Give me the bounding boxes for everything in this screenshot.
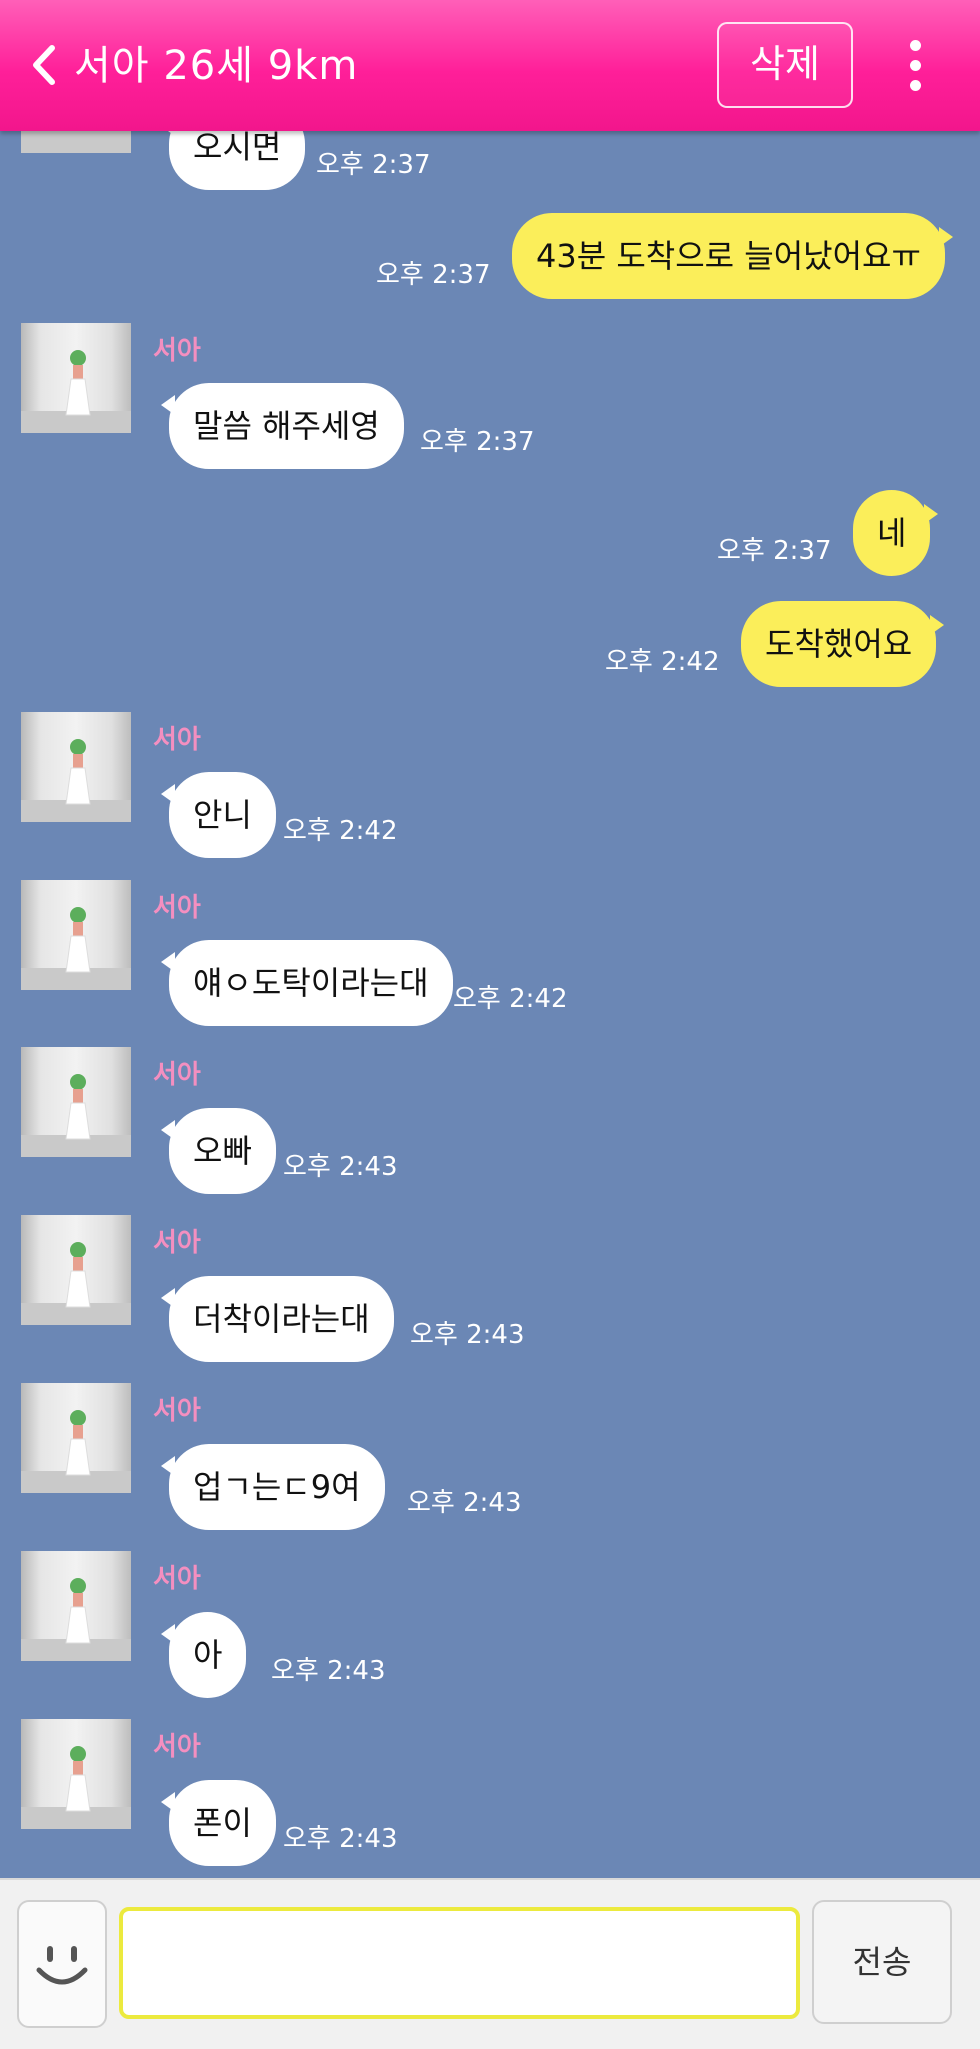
avatar[interactable] xyxy=(21,1047,131,1157)
send-button[interactable]: 전송 xyxy=(812,1900,952,2024)
message-bubble[interactable]: 더착이라는대 xyxy=(161,1276,394,1362)
message-time: 오후 2:42 xyxy=(605,647,720,677)
sender-name: 서아 xyxy=(153,1564,201,1594)
message-input[interactable] xyxy=(119,1907,800,2019)
delete-button[interactable]: 삭제 xyxy=(717,22,853,108)
message-bubble[interactable]: 업ㄱ는ㄷ9여 xyxy=(161,1444,385,1530)
message-bubble[interactable]: 안니 xyxy=(161,772,276,858)
message-bubble[interactable]: 얘ㅇ도탁이라는대 xyxy=(161,940,453,1026)
profile-figure-icon xyxy=(65,907,91,973)
more-vertical-icon[interactable] xyxy=(896,38,936,94)
profile-figure-icon xyxy=(65,350,91,416)
sender-name: 서아 xyxy=(153,336,201,366)
chat-title: 서아 26세 9km xyxy=(74,43,359,89)
sender-name: 서아 xyxy=(153,725,201,755)
sender-name: 서아 xyxy=(153,1060,201,1090)
avatar[interactable] xyxy=(21,1215,131,1325)
message-bubble[interactable]: 아 xyxy=(160,1612,247,1698)
message-time: 오후 2:37 xyxy=(420,427,535,457)
message-bubble[interactable]: 말씀 해주세영 xyxy=(161,383,404,469)
sender-name: 서아 xyxy=(153,1732,201,1762)
message-time: 오후 2:42 xyxy=(453,984,568,1014)
message-bubble[interactable]: 폰이 xyxy=(161,1780,276,1866)
avatar[interactable] xyxy=(21,1719,131,1829)
message-input-bar: 전송 xyxy=(0,1878,980,2049)
message-time: 오후 2:43 xyxy=(283,1824,398,1854)
profile-figure-icon xyxy=(65,1074,91,1140)
avatar[interactable] xyxy=(21,880,131,990)
message-time: 오후 2:37 xyxy=(316,150,431,180)
chat-header: 서아 26세 9km 삭제 xyxy=(0,0,980,131)
message-bubble[interactable]: 도착했어요 xyxy=(741,601,945,687)
message-time: 오후 2:42 xyxy=(283,816,398,846)
sender-name: 서아 xyxy=(153,1228,201,1258)
profile-figure-icon xyxy=(65,1242,91,1308)
profile-figure-icon xyxy=(65,1410,91,1476)
sender-name: 서아 xyxy=(153,1396,201,1426)
avatar[interactable] xyxy=(21,1551,131,1661)
sender-name: 서아 xyxy=(153,893,201,923)
avatar[interactable] xyxy=(21,323,131,433)
message-time: 오후 2:43 xyxy=(410,1320,525,1350)
avatar[interactable] xyxy=(21,712,131,822)
profile-figure-icon xyxy=(65,739,91,805)
message-bubble[interactable]: 네 xyxy=(853,490,939,576)
message-time: 오후 2:43 xyxy=(271,1656,386,1686)
avatar[interactable] xyxy=(21,1383,131,1493)
chat-area[interactable]: 오시면 오후 2:37 오후 2:37 43분 도착으로 늘어났어요ㅠ 서아 말… xyxy=(0,0,980,1878)
profile-figure-icon xyxy=(65,1746,91,1812)
profile-figure-icon xyxy=(65,1578,91,1644)
chevron-left-icon[interactable] xyxy=(26,40,62,90)
smiley-icon xyxy=(36,1946,88,1985)
message-time: 오후 2:43 xyxy=(407,1488,522,1518)
message-time: 오후 2:37 xyxy=(376,260,491,290)
message-time: 오후 2:37 xyxy=(717,536,832,566)
emoji-button[interactable] xyxy=(17,1900,107,2028)
message-bubble[interactable]: 오빠 xyxy=(161,1108,276,1194)
message-time: 오후 2:43 xyxy=(283,1152,398,1182)
message-bubble[interactable]: 43분 도착으로 늘어났어요ㅠ xyxy=(512,213,953,299)
